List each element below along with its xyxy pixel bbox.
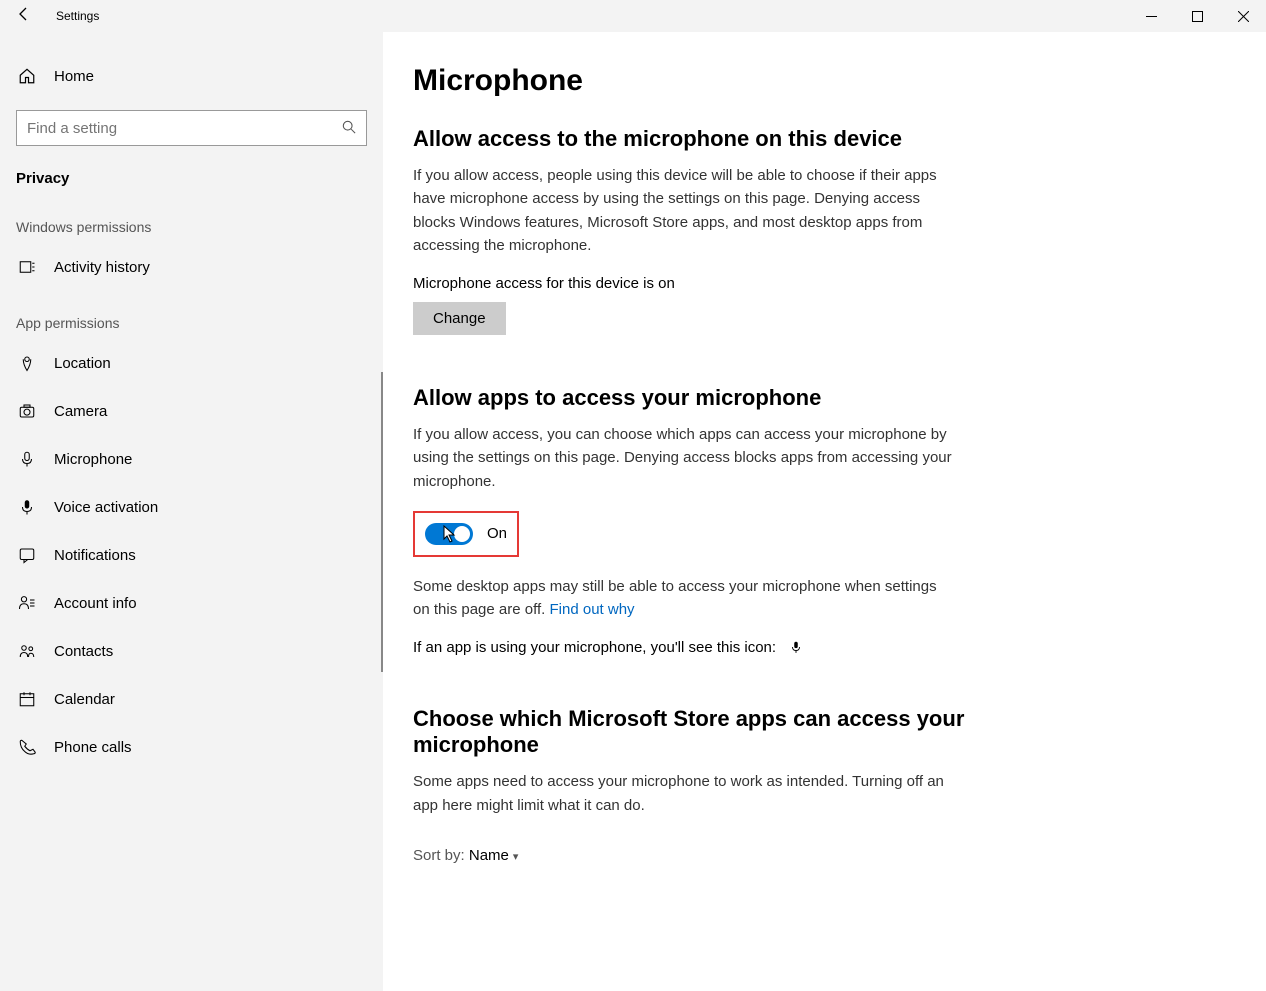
title-bar: Settings: [0, 0, 1266, 32]
sort-label: Sort by:: [413, 847, 469, 864]
nav-microphone[interactable]: Microphone: [0, 435, 383, 483]
category-title: Privacy: [0, 146, 383, 195]
section-device-access-title: Allow access to the microphone on this d…: [413, 126, 973, 152]
content-area: Microphone Allow access to the microphon…: [383, 32, 1266, 991]
phone-icon: [16, 738, 38, 756]
nav-voice-activation[interactable]: Voice activation: [0, 483, 383, 531]
minimize-button[interactable]: [1128, 0, 1174, 32]
nav-contacts[interactable]: Contacts: [0, 627, 383, 675]
nav-phone-calls[interactable]: Phone calls: [0, 723, 383, 771]
camera-icon: [16, 402, 38, 420]
nav-notifications[interactable]: Notifications: [0, 531, 383, 579]
nav-label: Notifications: [54, 547, 136, 564]
change-button[interactable]: Change: [413, 302, 506, 335]
section-app-access-desc: If you allow access, you can choose whic…: [413, 423, 953, 493]
activity-history-icon: [16, 258, 38, 276]
nav-label: Location: [54, 355, 111, 372]
voice-activation-icon: [16, 498, 38, 516]
nav-activity-history[interactable]: Activity history: [0, 243, 383, 291]
back-button[interactable]: [0, 6, 48, 27]
nav-calendar[interactable]: Calendar: [0, 675, 383, 723]
find-out-why-link[interactable]: Find out why: [550, 601, 635, 618]
device-access-status: Microphone access for this device is on: [413, 275, 1266, 292]
microphone-icon: [16, 450, 38, 468]
search-input[interactable]: [27, 120, 342, 137]
search-icon: [342, 120, 356, 137]
nav-location[interactable]: Location: [0, 339, 383, 387]
group-windows-permissions: Windows permissions: [0, 195, 383, 243]
sidebar: Home Privacy Windows permissions Activit…: [0, 32, 383, 991]
close-button[interactable]: [1220, 0, 1266, 32]
app-access-toggle[interactable]: [425, 523, 473, 545]
home-icon: [16, 67, 38, 85]
section-device-access-desc: If you allow access, people using this d…: [413, 164, 953, 257]
toggle-state-label: On: [487, 525, 507, 542]
desktop-apps-note: Some desktop apps may still be able to a…: [413, 575, 953, 622]
maximize-button[interactable]: [1174, 0, 1220, 32]
mic-usage-line: If an app is using your microphone, you'…: [413, 639, 1266, 656]
nav-label: Phone calls: [54, 739, 132, 756]
nav-label: Calendar: [54, 691, 115, 708]
account-info-icon: [16, 594, 38, 612]
toggle-highlight: On: [413, 511, 519, 557]
sort-by-control[interactable]: Sort by: Name ▾: [413, 847, 1266, 864]
search-box[interactable]: [16, 110, 367, 146]
nav-account-info[interactable]: Account info: [0, 579, 383, 627]
nav-label: Voice activation: [54, 499, 158, 516]
nav-label: Camera: [54, 403, 107, 420]
sort-value: Name: [469, 847, 509, 864]
nav-label: Activity history: [54, 259, 150, 276]
page-title: Microphone: [413, 64, 1266, 98]
location-icon: [16, 354, 38, 372]
nav-label: Account info: [54, 595, 137, 612]
calendar-icon: [16, 690, 38, 708]
group-app-permissions: App permissions: [0, 291, 383, 339]
notifications-icon: [16, 546, 38, 564]
nav-label: Contacts: [54, 643, 113, 660]
microphone-indicator-icon: [789, 639, 803, 656]
section-choose-apps-title: Choose which Microsoft Store apps can ac…: [413, 706, 973, 758]
section-choose-apps-desc: Some apps need to access your microphone…: [413, 770, 953, 817]
contacts-icon: [16, 642, 38, 660]
section-app-access-title: Allow apps to access your microphone: [413, 385, 973, 411]
nav-label: Microphone: [54, 451, 132, 468]
home-label: Home: [54, 68, 94, 85]
nav-camera[interactable]: Camera: [0, 387, 383, 435]
chevron-down-icon: ▾: [513, 851, 519, 863]
window-title: Settings: [48, 9, 99, 23]
home-nav[interactable]: Home: [0, 52, 383, 100]
toggle-knob: [454, 526, 470, 542]
